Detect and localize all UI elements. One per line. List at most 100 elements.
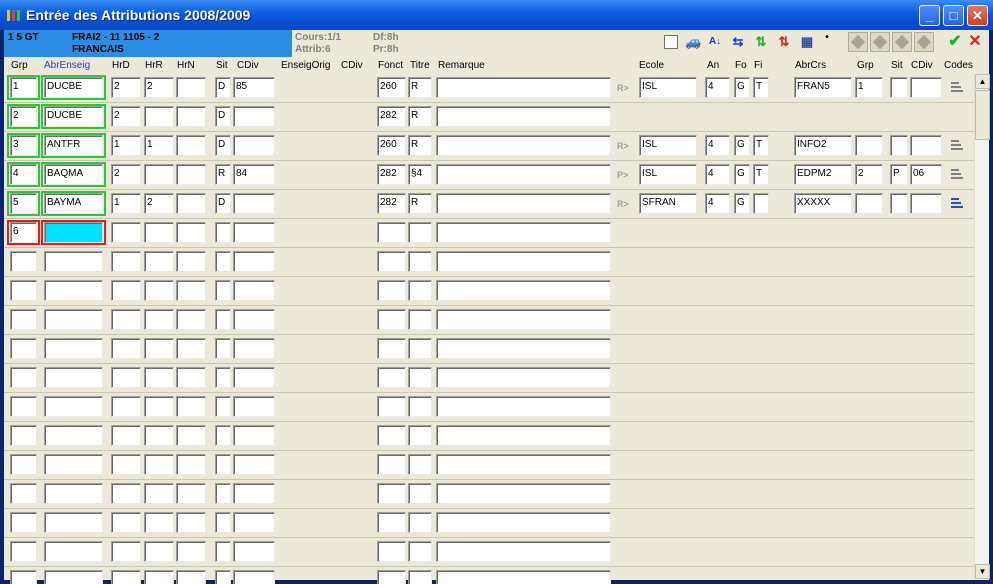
codes-icon[interactable] (951, 169, 963, 181)
codes-icon[interactable] (951, 140, 963, 152)
abr-field[interactable]: DUCBE (44, 77, 103, 98)
abr-field[interactable] (44, 309, 103, 330)
hrr-field[interactable]: 2 (144, 77, 174, 98)
grp2-field[interactable] (855, 193, 883, 214)
abr-field[interactable] (44, 222, 103, 243)
hrr-field[interactable] (144, 396, 174, 417)
titre-field[interactable]: R (408, 77, 432, 98)
cdiv-field[interactable] (233, 570, 275, 584)
cdiv-field[interactable] (233, 396, 275, 417)
cdiv2-field[interactable] (910, 77, 942, 98)
grp-field[interactable]: 6 (10, 222, 37, 243)
titre-field[interactable] (408, 541, 432, 562)
hrd-field[interactable] (111, 454, 141, 475)
hrd-field[interactable] (111, 396, 141, 417)
rem-field[interactable] (436, 222, 611, 243)
hrd-field[interactable]: 2 (111, 164, 141, 185)
titre-field[interactable]: R (408, 106, 432, 127)
check-icon[interactable]: ✔ (947, 34, 963, 50)
hrn-field[interactable] (176, 106, 206, 127)
fonct-field[interactable] (377, 454, 406, 475)
abr-field[interactable] (44, 396, 103, 417)
hrn-field[interactable] (176, 280, 206, 301)
abrcrs-field[interactable]: FRAN5 (794, 77, 852, 98)
scroll-down-button[interactable]: ▼ (975, 564, 990, 579)
hrd-field[interactable]: 2 (111, 106, 141, 127)
abr-field[interactable] (44, 425, 103, 446)
hrn-field[interactable] (176, 77, 206, 98)
hrr-field[interactable] (144, 106, 174, 127)
fi-field[interactable]: T (753, 77, 769, 98)
titre-field[interactable] (408, 396, 432, 417)
abrcrs-field[interactable]: XXXXX (794, 193, 852, 214)
cdiv-field[interactable] (233, 193, 275, 214)
grp-field[interactable] (10, 367, 37, 388)
grp-field[interactable] (10, 396, 37, 417)
hrn-field[interactable] (176, 425, 206, 446)
fi-field[interactable] (753, 193, 769, 214)
hrn-field[interactable] (176, 541, 206, 562)
titre-field[interactable] (408, 570, 432, 584)
hrn-field[interactable] (176, 512, 206, 533)
rem-field[interactable] (436, 251, 611, 272)
cdiv-field[interactable]: 84 (233, 164, 275, 185)
swap-icon[interactable]: ⇆ (730, 34, 746, 50)
abr-field[interactable] (44, 483, 103, 504)
cdiv-field[interactable] (233, 309, 275, 330)
grp-field[interactable]: 2 (10, 106, 37, 127)
fonct-field[interactable]: 282 (377, 193, 406, 214)
an-field[interactable]: 4 (705, 193, 730, 214)
rem-field[interactable] (436, 570, 611, 584)
abr-field[interactable] (44, 338, 103, 359)
cdiv-field[interactable] (233, 251, 275, 272)
hrd-field[interactable]: 1 (111, 193, 141, 214)
fi-field[interactable]: T (753, 135, 769, 156)
grp-field[interactable] (10, 280, 37, 301)
fonct-field[interactable] (377, 570, 406, 584)
cdiv-field[interactable] (233, 541, 275, 562)
fonct-field[interactable]: 260 (377, 135, 406, 156)
hrd-field[interactable] (111, 367, 141, 388)
nav-prev-button[interactable] (870, 32, 890, 52)
hrr-field[interactable] (144, 512, 174, 533)
sit-field[interactable] (215, 454, 231, 475)
abr-field[interactable] (44, 570, 103, 584)
red-arrows-icon[interactable]: ⇅ (776, 34, 792, 50)
titre-field[interactable] (408, 454, 432, 475)
hrd-field[interactable] (111, 512, 141, 533)
fonct-field[interactable] (377, 280, 406, 301)
abr-field[interactable]: DUCBE (44, 106, 103, 127)
titre-field[interactable] (408, 512, 432, 533)
abr-field[interactable] (44, 512, 103, 533)
hrn-field[interactable] (176, 570, 206, 584)
sit2-field[interactable] (890, 135, 908, 156)
an-field[interactable]: 4 (705, 77, 730, 98)
fo-field[interactable]: G (734, 193, 750, 214)
an-field[interactable]: 4 (705, 135, 730, 156)
hrr-field[interactable]: 2 (144, 193, 174, 214)
fonct-field[interactable] (377, 222, 406, 243)
cdiv2-field[interactable]: 06 (910, 164, 942, 185)
hrr-field[interactable] (144, 570, 174, 584)
hrr-field[interactable] (144, 309, 174, 330)
scroll-up-button[interactable]: ▲ (975, 74, 990, 89)
sit-field[interactable] (215, 512, 231, 533)
hrd-field[interactable] (111, 425, 141, 446)
rem-field[interactable] (436, 164, 611, 185)
fonct-field[interactable] (377, 541, 406, 562)
rem-field[interactable] (436, 135, 611, 156)
rem-field[interactable] (436, 541, 611, 562)
cdiv-field[interactable] (233, 135, 275, 156)
cdiv-field[interactable] (233, 512, 275, 533)
hrr-field[interactable] (144, 367, 174, 388)
sit-field[interactable] (215, 280, 231, 301)
cdiv-field[interactable] (233, 106, 275, 127)
rem-field[interactable] (436, 77, 611, 98)
fonct-field[interactable] (377, 396, 406, 417)
grp-field[interactable]: 4 (10, 164, 37, 185)
titre-field[interactable] (408, 483, 432, 504)
rem-field[interactable] (436, 483, 611, 504)
car-icon[interactable]: 🚙 (685, 34, 701, 50)
codes-icon[interactable] (951, 82, 963, 94)
hrd-field[interactable] (111, 570, 141, 584)
